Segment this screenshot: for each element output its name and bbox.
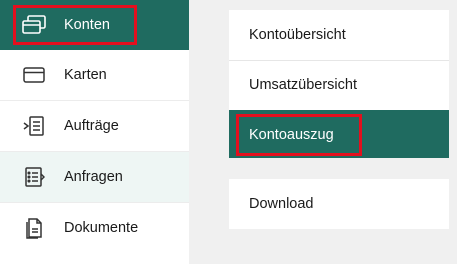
sidebar-item-dokumente[interactable]: Dokumente — [0, 203, 189, 253]
sidebar-item-label: Aufträge — [64, 118, 119, 134]
submenu-panel: Kontoübersicht Umsatzübersicht Kontoausz… — [229, 10, 449, 158]
submenu-item-label: Kontoauszug — [249, 127, 334, 143]
sidebar-item-konten[interactable]: Konten — [0, 0, 189, 50]
submenu-item-kontoauszug[interactable]: Kontoauszug — [229, 110, 449, 158]
sidebar-item-label: Dokumente — [64, 220, 139, 236]
card-icon — [20, 62, 48, 88]
accounts-icon — [20, 12, 48, 38]
sidebar-item-auftraege[interactable]: Aufträge — [0, 101, 189, 151]
download-label: Download — [249, 196, 314, 212]
submenu-item-label: Kontoübersicht — [249, 27, 346, 43]
requests-icon — [20, 164, 48, 190]
orders-icon — [20, 113, 48, 139]
submenu-item-umsatzuebersicht[interactable]: Umsatzübersicht — [229, 60, 449, 110]
download-button[interactable]: Download — [229, 179, 449, 229]
documents-icon — [20, 215, 48, 241]
submenu-item-label: Umsatzübersicht — [249, 77, 357, 93]
sidebar-item-label: Anfragen — [64, 169, 123, 185]
submenu-item-kontouebersicht[interactable]: Kontoübersicht — [229, 10, 449, 60]
sidebar-item-anfragen[interactable]: Anfragen — [0, 152, 189, 202]
sidebar-item-karten[interactable]: Karten — [0, 50, 189, 100]
sidebar-item-label: Konten — [64, 17, 110, 33]
sidebar: Konten Karten Aufträge Anfragen Dokument… — [0, 0, 189, 264]
sidebar-item-label: Karten — [64, 67, 107, 83]
